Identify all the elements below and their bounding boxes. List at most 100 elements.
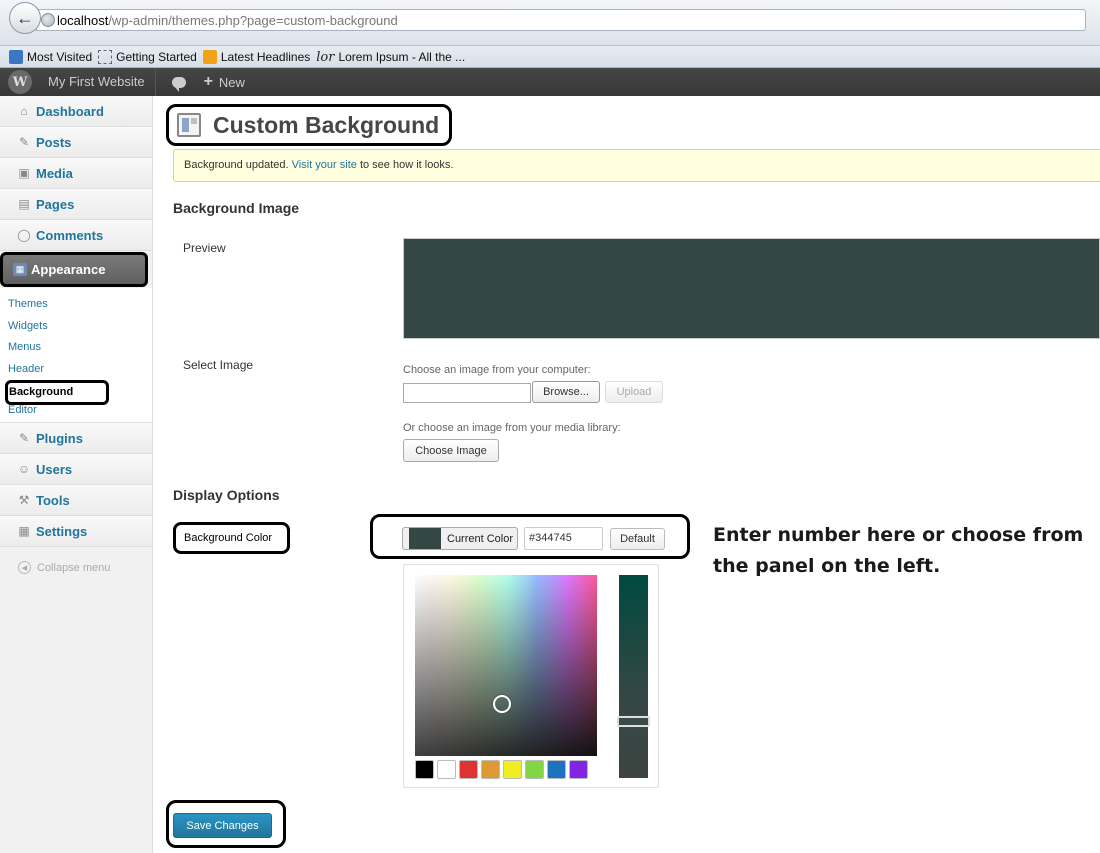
bookmark-lorem-ipsum[interactable]: lor Lorem Ipsum - All the ...	[316, 49, 466, 65]
comment-icon: ◯	[17, 228, 31, 242]
current-color-button[interactable]: Current Color	[402, 527, 518, 550]
value-slider-handle[interactable]	[617, 716, 650, 727]
tools-icon: ⚒	[18, 493, 30, 507]
value-strip[interactable]	[619, 575, 648, 778]
instruction-annotation: Enter number here or choose from the pan…	[713, 524, 1084, 577]
background-color-label: Background Color	[173, 522, 290, 554]
bookmark-label: Getting Started	[116, 49, 197, 64]
background-preview	[403, 238, 1100, 339]
palette-swatch[interactable]	[547, 760, 566, 779]
choose-from-computer-label: Choose an image from your computer:	[403, 364, 591, 376]
current-color-swatch	[409, 528, 441, 549]
file-path-input[interactable]	[403, 383, 531, 403]
home-icon: ⌂	[20, 104, 28, 118]
palette-swatch[interactable]	[459, 760, 478, 779]
section-background-image: Background Image	[173, 200, 300, 216]
url-host: localhost	[57, 12, 109, 28]
bookmark-page-icon	[98, 49, 113, 64]
custom-background-icon	[177, 113, 201, 137]
current-color-label: Current Color	[447, 532, 514, 545]
sidebar-item-label: Plugins	[36, 430, 83, 446]
media-icon: ▣	[18, 166, 30, 180]
users-icon: ☺	[17, 462, 31, 476]
most-visited-icon	[9, 49, 23, 64]
browser-url-bar: localhost/wp-admin/themes.php?page=custo…	[0, 0, 1100, 46]
admin-bar: W My First Website + New	[0, 68, 1100, 96]
browse-button[interactable]: Browse...	[532, 381, 600, 403]
palette-swatch[interactable]	[415, 760, 434, 779]
rss-icon	[202, 49, 217, 64]
bookmarks-toolbar: Most Visited Getting Started Latest Head…	[0, 46, 1100, 68]
comments-bubble-icon[interactable]	[171, 76, 186, 92]
palette-swatch[interactable]	[569, 760, 588, 779]
palette-swatch[interactable]	[503, 760, 522, 779]
site-identity-icon[interactable]	[41, 13, 55, 27]
appearance-submenu: Themes Widgets Menus Header Background E…	[0, 288, 152, 423]
bookmark-label: Most Visited	[27, 49, 93, 64]
sidebar-item-posts[interactable]: ✎ Posts	[0, 127, 152, 158]
submenu-background[interactable]: Background	[5, 380, 109, 405]
sidebar-item-plugins[interactable]: ✎ Plugins	[0, 423, 152, 454]
palette-swatch[interactable]	[525, 760, 544, 779]
color-palette	[415, 760, 591, 779]
page-title: Custom Background	[213, 111, 440, 138]
sidebar-item-users[interactable]: ☺ Users	[0, 454, 152, 485]
sidebar-item-label: Settings	[36, 523, 88, 539]
back-arrow-icon[interactable]: ←	[9, 2, 41, 34]
color-picker-panel	[403, 564, 659, 788]
appearance-icon: ▦	[13, 263, 27, 276]
submenu-header[interactable]: Header	[8, 359, 152, 381]
sidebar-item-dashboard[interactable]: ⌂ Dashboard	[0, 96, 152, 127]
submenu-editor[interactable]: Editor	[8, 405, 152, 418]
sidebar-item-pages[interactable]: ▤ Pages	[0, 189, 152, 220]
sidebar-item-appearance[interactable]: ▦ Appearance	[0, 252, 148, 287]
palette-swatch[interactable]	[481, 760, 500, 779]
sidebar-item-label: Users	[36, 461, 73, 477]
update-notice: Background updated. Visit your site to s…	[173, 149, 1100, 182]
section-display-options: Display Options	[173, 487, 280, 503]
sidebar-item-label: Tools	[36, 492, 70, 508]
palette-swatch[interactable]	[437, 760, 456, 779]
collapse-menu[interactable]: ◀ Collapse menu	[0, 547, 152, 574]
preview-label: Preview	[183, 241, 226, 255]
hex-color-input[interactable]: #344745	[524, 527, 603, 550]
pages-icon: ▤	[18, 197, 30, 211]
admin-bar-site-name[interactable]: My First Website	[48, 68, 156, 96]
bookmark-latest-headlines[interactable]: Latest Headlines	[202, 49, 311, 64]
plus-icon: +	[203, 73, 213, 90]
url-path: /wp-admin/themes.php?page=custom-backgro…	[108, 12, 398, 28]
wordpress-logo-icon[interactable]: W	[8, 70, 32, 94]
submenu-widgets[interactable]: Widgets	[8, 316, 152, 338]
upload-button[interactable]: Upload	[605, 381, 663, 403]
sidebar-item-media[interactable]: ▣ Media	[0, 158, 152, 189]
choose-image-button[interactable]: Choose Image	[403, 439, 499, 462]
sidebar-item-label: Comments	[36, 227, 104, 243]
bookmark-label: Lorem Ipsum - All the ...	[338, 49, 466, 64]
notice-text: Background updated.	[184, 159, 289, 171]
sidebar-item-settings[interactable]: ▦ Settings	[0, 516, 152, 547]
url-field[interactable]: localhost/wp-admin/themes.php?page=custo…	[36, 9, 1086, 31]
visit-site-link[interactable]: Visit your site	[292, 159, 357, 171]
sidebar-item-label: Pages	[36, 196, 75, 212]
sidebar-item-label: Posts	[36, 134, 72, 150]
choose-from-library-label: Or choose an image from your media libra…	[403, 422, 621, 434]
sidebar-item-label: Appearance	[31, 262, 106, 277]
submenu-themes[interactable]: Themes	[8, 294, 152, 316]
admin-bar-new-label: New	[218, 74, 245, 90]
select-image-label: Select Image	[183, 358, 254, 372]
bookmark-label: Latest Headlines	[220, 49, 311, 64]
sidebar-item-label: Dashboard	[36, 103, 104, 119]
sidebar-item-comments[interactable]: ◯ Comments	[0, 220, 152, 251]
bookmark-most-visited[interactable]: Most Visited	[9, 49, 93, 64]
page-title-wrap: Custom Background	[166, 104, 452, 146]
bookmark-getting-started[interactable]: Getting Started	[98, 49, 197, 64]
admin-bar-new[interactable]: + New	[204, 73, 245, 91]
saturation-square[interactable]	[415, 575, 597, 756]
admin-sidebar: ⌂ Dashboard ✎ Posts ▣ Media ▤ Pages ◯ Co…	[0, 96, 153, 853]
default-color-button[interactable]: Default	[610, 528, 665, 550]
save-changes-button[interactable]: Save Changes	[173, 813, 272, 838]
submenu-menus[interactable]: Menus	[8, 337, 152, 359]
sidebar-item-tools[interactable]: ⚒ Tools	[0, 485, 152, 516]
saturation-handle[interactable]	[493, 695, 511, 713]
pin-icon: ✎	[18, 135, 30, 149]
